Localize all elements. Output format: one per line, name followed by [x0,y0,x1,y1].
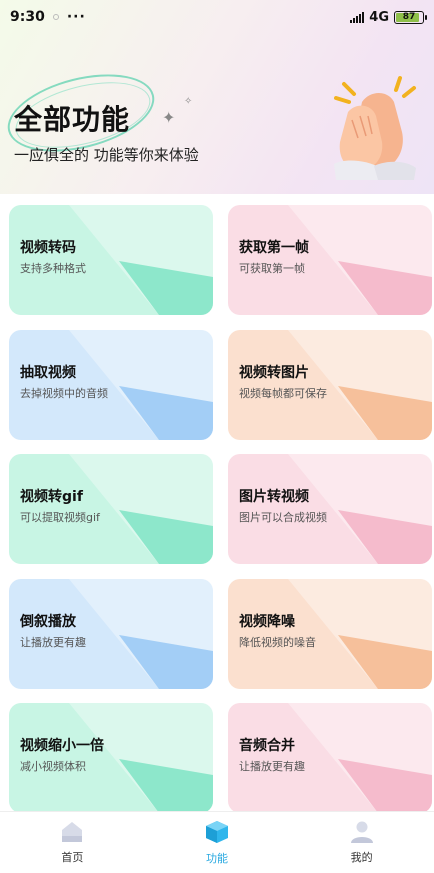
feature-card-description: 视频每帧都可保存 [239,386,327,400]
feature-card-title: 视频降噪 [239,613,295,630]
bottom-navigation: 首页 功能 我的 [0,811,434,873]
user-icon [350,821,373,843]
feature-card-title: 视频缩小一倍 [20,738,104,754]
feature-card[interactable]: 视频缩小一倍 减小视频体积 [9,703,213,813]
feature-card-title: 音频合并 [239,738,295,754]
nav-item-features[interactable]: 功能 [167,820,267,866]
feature-card[interactable]: 图片转视频图片可以合成视频 [228,454,432,564]
feature-card[interactable]: 获取第一帧可获取第一帧 [228,205,432,315]
page-title: 全部功能 [14,103,131,136]
battery-icon: 87 [394,10,427,24]
feature-card-title: 倒叙播放 [20,613,76,630]
feature-card-description: 降低视频的噪音 [239,635,316,649]
nav-item-home[interactable]: 首页 [22,821,122,865]
feature-card-title: 视频转码 [20,240,76,256]
status-time: 9:30 [10,9,45,25]
home-icon [62,821,83,842]
feature-card-description: 可获取第一帧 [239,262,305,275]
feature-card[interactable]: 视频转图片视频每帧都可保存 [228,329,432,440]
feature-card[interactable]: 倒叙播放让播放更有趣 [9,578,213,689]
feature-card-title: 获取第一帧 [239,240,309,256]
battery-level: 87 [402,12,416,22]
notification-dot-icon [52,14,59,20]
signal-icon [350,11,365,23]
sparkle-icon: ✦ [162,108,176,127]
network-type: 4G [369,9,389,25]
feature-card-description: 去掉视频中的音频 [20,386,108,400]
page-subtitle: 一应俱全的 功能等你来体验 [14,146,199,164]
feature-card[interactable]: 音频合并让播放更有趣 [228,703,432,813]
feature-card-title: 图片转视频 [239,489,309,505]
feature-card-description: 支持多种格式 [20,262,86,275]
nav-label-home: 首页 [61,850,84,864]
feature-card-description: 减小视频体积 [20,760,86,773]
nav-item-profile[interactable]: 我的 [312,821,412,865]
feature-card-title: 视频转gif [20,489,83,505]
feature-card[interactable]: 视频转gif 可以提取视频gif [9,454,213,564]
feature-card-description: 可以提取视频gif [20,511,100,524]
status-more-icon: ··· [66,9,86,25]
cube-icon [205,820,228,843]
feature-card[interactable]: 视频转码支持多种格式 [9,205,213,315]
feature-card-description: 让播放更有趣 [239,760,305,773]
feature-card[interactable]: 抽取视频去掉视频中的音频 [9,329,213,440]
nav-label-features: 功能 [205,851,228,865]
feature-card-description: 图片可以合成视频 [239,511,327,524]
feature-card-title: 视频转图片 [239,364,309,381]
nav-label-profile: 我的 [350,850,373,864]
status-bar: 9:30 ··· 4G 87 [0,0,434,34]
sparkle-small-icon: ✧ [184,96,193,107]
feature-card-description: 让播放更有趣 [20,635,86,649]
feature-card-title: 抽取视频 [20,364,76,381]
clapping-hands-icon [334,76,416,180]
feature-card[interactable]: 视频降噪降低视频的噪音 [228,578,432,689]
